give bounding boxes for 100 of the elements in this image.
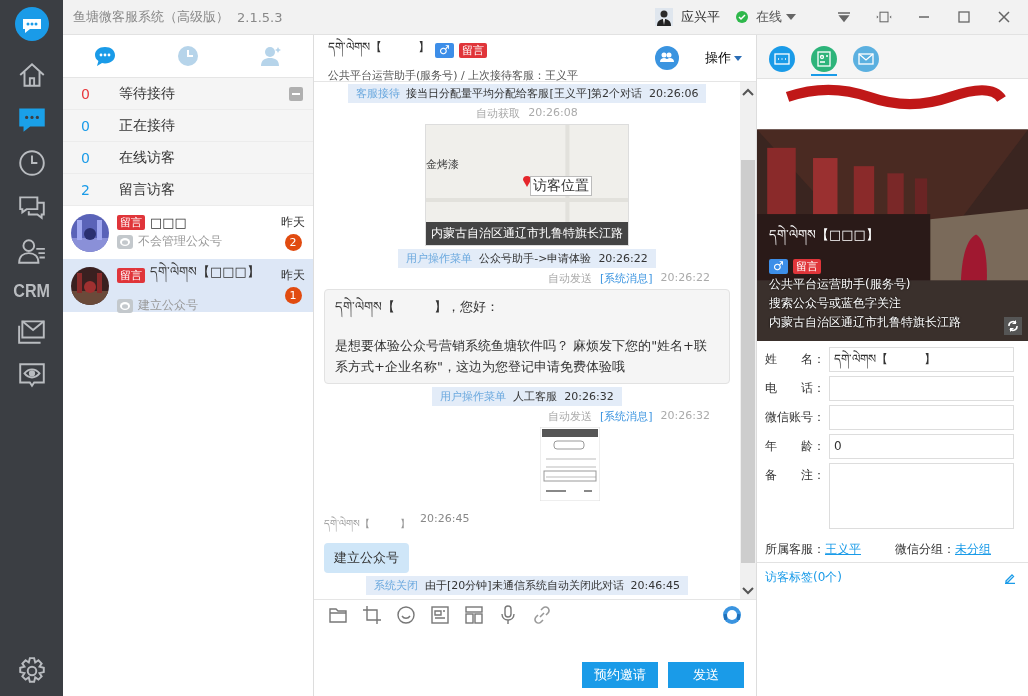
follow-hint: 搜索公众号或蓝色字关注	[769, 295, 902, 312]
wechat-icon	[117, 234, 133, 249]
queue-row[interactable]: 2 留言访客	[63, 174, 313, 206]
queue-label: 在线访客	[119, 148, 176, 167]
microphone-icon[interactable]	[498, 605, 518, 625]
message-text: དགེ་ལེགས【 】，您好：	[335, 296, 719, 317]
message-badge: 留言	[117, 215, 145, 230]
visitor-name: དགེ་ལེགས【□□□】	[150, 257, 260, 294]
message-time: 20:26:45	[420, 512, 470, 527]
system-message: 客服接待 接当日分配量平均分配给客服[王义平]第2个对话 20:26:06	[347, 84, 707, 103]
field-label: 微信账号：	[765, 409, 826, 426]
maximize-icon[interactable]	[956, 10, 972, 24]
input-field[interactable]	[829, 405, 1014, 430]
queue-label: 等待接待	[119, 84, 176, 103]
system-message: 系统关闭 由于[20分钟]未通信系统自动关闭此对话 20:46:45	[366, 576, 688, 595]
user-avatar-icon	[655, 8, 673, 26]
app-version: 2.1.5.3	[237, 9, 283, 25]
settings-icon[interactable]	[16, 656, 47, 686]
group-icon[interactable]	[655, 46, 679, 70]
message-source: 自动发送	[548, 271, 592, 286]
caret-icon[interactable]	[786, 14, 796, 20]
message-badge: 留言	[792, 259, 821, 274]
queue-row[interactable]: 0 在线访客	[63, 142, 313, 174]
map-pin-icon	[522, 173, 532, 187]
field-label: 备 注：	[765, 467, 826, 484]
message-source: 自动获取	[476, 106, 521, 121]
message-badge: 留言	[117, 268, 145, 283]
close-icon[interactable]	[996, 10, 1012, 24]
refresh-icon[interactable]	[1004, 317, 1022, 335]
gender-badge: ♂	[769, 259, 788, 274]
queue-count: 0	[81, 117, 91, 134]
map-address: 内蒙古自治区通辽市扎鲁特旗长江路	[426, 222, 628, 245]
message-badge: 留言	[458, 42, 487, 58]
user-name: 应兴平	[681, 8, 720, 26]
gender-badge: ♂	[435, 42, 454, 58]
queue-label: 留言访客	[119, 180, 176, 199]
conversation-item[interactable]: 留言 དགེ་ལེགས【□□□】 建立公众号 昨天 1	[63, 259, 313, 312]
location-map[interactable]: 金烤漆 访客位置 内蒙古自治区通辽市扎鲁特旗长江路	[425, 124, 629, 246]
field-label: 微信分组：	[895, 541, 955, 558]
fit-window-icon[interactable]	[876, 10, 892, 24]
layout-icon[interactable]	[464, 605, 484, 625]
crm-nav-item[interactable]: CRM	[13, 280, 50, 302]
conversation-item[interactable]: 留言 □□□ 不会管理公众号 昨天 2	[63, 206, 313, 259]
visitor-message: 建立公众号	[324, 543, 409, 573]
message-time: 20:26:22	[660, 271, 710, 286]
message-time: 昨天	[281, 214, 305, 231]
field-label: 所属客服：	[765, 541, 825, 558]
visitor-name: དགེ་ལེགས【 】	[328, 33, 430, 67]
message-text: 是想要体验公众号营销系统鱼塘软件吗？ 麻烦发下您的"姓名+联系方式+企业名称"，这边为您登记申请免费体验哦	[335, 337, 708, 376]
unread-count: 1	[284, 287, 302, 304]
message-time: 20:26:32	[660, 409, 710, 424]
folder-icon[interactable]	[328, 605, 348, 625]
notes-field[interactable]	[829, 463, 1014, 529]
message-source: 自动发送	[548, 409, 592, 424]
visitor-name: དགེ་ལེགས【□□□】	[769, 220, 961, 257]
app-logo-icon	[13, 6, 50, 42]
screenshot-thumbnail[interactable]	[540, 427, 600, 501]
visitor-name: □□□	[150, 215, 187, 230]
visitor-name: དགེ་ལེགས【 】	[324, 512, 410, 540]
system-message: 用户操作菜单 人工客服 20:26:32	[432, 387, 622, 406]
contact-icon[interactable]	[16, 236, 47, 266]
action-menu-button[interactable]: 操作	[705, 49, 731, 67]
crop-icon[interactable]	[362, 605, 382, 625]
scroll-down-icon[interactable]	[742, 587, 754, 595]
account-name: 公共平台运营助手(服务号)	[769, 276, 912, 293]
wechat-icon	[117, 298, 133, 313]
system-message: 用户操作菜单 公众号助手->申请体验 20:26:22	[398, 249, 656, 268]
emoji-icon[interactable]	[396, 605, 416, 625]
collapse-icon[interactable]	[289, 86, 303, 101]
card-tab-icon[interactable]	[811, 46, 837, 78]
article-icon[interactable]	[430, 605, 450, 625]
online-status-icon	[736, 11, 748, 23]
unread-count: 2	[284, 234, 302, 251]
input-field[interactable]: 0	[829, 434, 1014, 459]
message-preview: 建立公众号	[138, 297, 198, 314]
map-pin-label: 访客位置	[530, 176, 592, 196]
message-preview: 不会管理公众号	[138, 233, 222, 250]
visitor-subtitle: 公共平台运营助手(服务号) / 上次接待客服：王义平	[328, 68, 580, 83]
queue-count: 2	[81, 181, 91, 198]
visitor-address: 内蒙古自治区通辽市扎鲁特旗长江路	[769, 314, 961, 331]
map-place-label: 金烤漆	[426, 157, 459, 172]
scroll-up-icon[interactable]	[742, 88, 754, 96]
message-time: 昨天	[281, 267, 305, 284]
eye-icon[interactable]	[16, 360, 47, 390]
queue-row[interactable]: 0 正在接待	[63, 110, 313, 142]
queue-row[interactable]: 0 等待接待	[63, 78, 313, 110]
message-time: 20:26:08	[528, 106, 578, 121]
input-field[interactable]: དགེ་ལེགས【 】	[829, 347, 1014, 372]
queue-count: 0	[81, 149, 91, 166]
chat-tab-icon[interactable]	[93, 45, 116, 67]
clock-icon[interactable]	[16, 148, 47, 178]
link-icon[interactable]	[532, 605, 552, 625]
collapse-icon[interactable]	[836, 10, 852, 24]
app-title: 鱼塘微客服系统（高级版）	[73, 8, 229, 26]
queue-label: 正在接待	[119, 116, 176, 135]
status-dropdown[interactable]: 在线	[756, 8, 782, 26]
scrollbar[interactable]	[740, 82, 756, 599]
field-label: 电 话：	[765, 380, 826, 397]
input-field[interactable]	[829, 376, 1014, 401]
caret-icon[interactable]	[734, 55, 742, 61]
